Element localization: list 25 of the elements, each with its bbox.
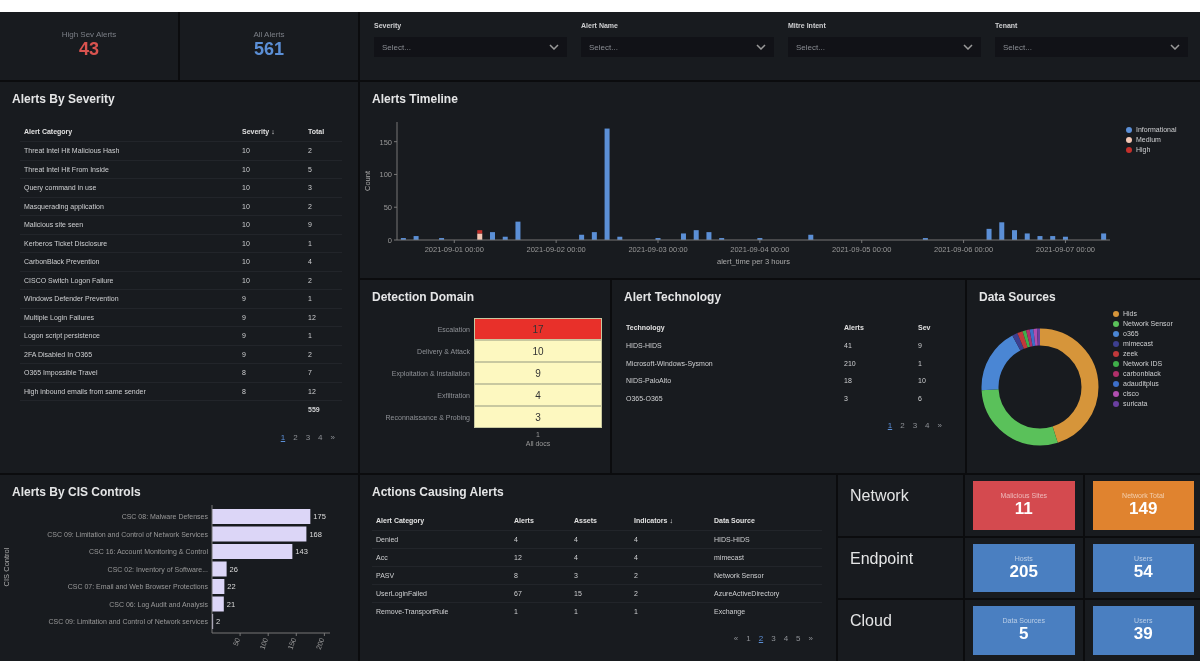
tile-value: 11 [1014, 498, 1033, 519]
heatmap-cell: 9 [474, 362, 602, 384]
stat-value: 561 [253, 39, 284, 60]
group-label: Endpoint [838, 537, 963, 599]
tile-value: 5 [1019, 624, 1029, 645]
tile-value: 149 [1129, 498, 1158, 519]
heatmap-cell: 3 [474, 406, 602, 428]
panel-title: Alerts By CIS Controls [11, 484, 142, 499]
tile-value: 54 [1133, 561, 1153, 582]
panel-title: Alerts By Severity [11, 91, 116, 106]
panel-title: Alert Technology [623, 289, 723, 304]
panel-title: Actions Causing Alerts [371, 484, 505, 499]
panel-title: Alerts Timeline [371, 91, 459, 106]
panel-title: Data Sources [978, 289, 1057, 304]
stat-label: All Alerts [253, 30, 285, 39]
tile-value: 205 [1009, 561, 1038, 582]
group-label: Network [838, 475, 963, 536]
heatmap-cell: 10 [474, 340, 602, 362]
stat-label: High Sev Alerts [61, 30, 117, 39]
tile-value: 39 [1133, 624, 1153, 645]
stat-value: 43 [79, 39, 99, 60]
panel-title: Detection Domain [371, 289, 475, 304]
heatmap-cell: 4 [474, 384, 602, 406]
group-label: Cloud [838, 600, 963, 661]
heatmap-cell: 17 [474, 318, 602, 340]
